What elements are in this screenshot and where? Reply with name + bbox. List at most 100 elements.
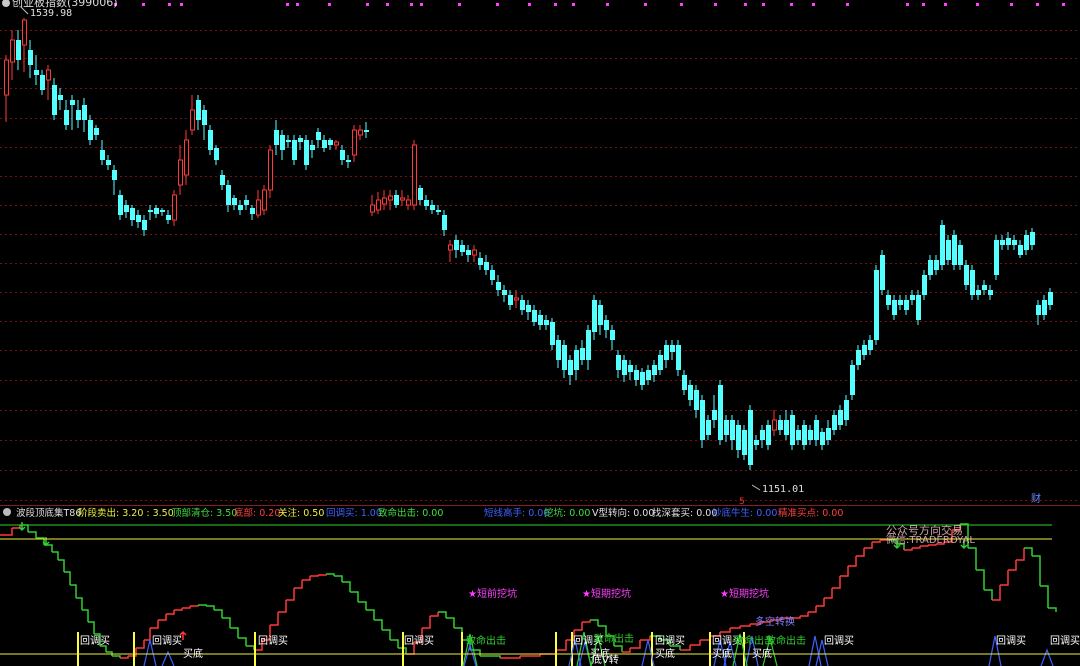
candle[interactable] — [868, 335, 873, 355]
candle[interactable] — [928, 255, 933, 280]
candle[interactable] — [670, 340, 675, 360]
candle[interactable] — [394, 190, 399, 208]
candle[interactable] — [562, 340, 567, 378]
candle[interactable] — [826, 420, 831, 445]
candle[interactable] — [220, 170, 225, 190]
candle[interactable] — [970, 265, 975, 300]
candle[interactable] — [448, 240, 453, 262]
candle[interactable] — [478, 252, 483, 270]
candle[interactable] — [538, 310, 543, 330]
candle[interactable] — [508, 290, 513, 310]
candle[interactable] — [262, 185, 267, 215]
candle[interactable] — [160, 208, 165, 216]
candle[interactable] — [118, 190, 123, 220]
candle[interactable] — [418, 185, 423, 205]
candle[interactable] — [382, 190, 387, 210]
candle[interactable] — [322, 135, 327, 152]
candle[interactable] — [820, 428, 825, 450]
candle[interactable] — [154, 205, 159, 218]
candle[interactable] — [238, 200, 243, 215]
candle[interactable] — [454, 235, 459, 258]
candle[interactable] — [646, 365, 651, 385]
candle[interactable] — [838, 405, 843, 430]
candle[interactable] — [274, 120, 279, 155]
candle[interactable] — [82, 98, 87, 132]
candle[interactable] — [598, 300, 603, 335]
candle[interactable] — [202, 105, 207, 140]
candle[interactable] — [874, 265, 879, 345]
candle[interactable] — [544, 315, 549, 330]
candle[interactable] — [652, 360, 657, 382]
candle[interactable] — [490, 265, 495, 285]
candle[interactable] — [964, 260, 969, 290]
candle[interactable] — [190, 95, 195, 135]
candle[interactable] — [88, 115, 93, 145]
candle[interactable] — [280, 130, 285, 160]
candle[interactable] — [724, 415, 729, 442]
candle[interactable] — [568, 355, 573, 385]
candle[interactable] — [904, 295, 909, 315]
candle[interactable] — [76, 100, 81, 128]
candle[interactable] — [772, 410, 777, 436]
candle[interactable] — [400, 190, 405, 206]
candle[interactable] — [466, 245, 471, 262]
indicator-name[interactable]: 波段顶底集T86 — [16, 507, 84, 519]
candle[interactable] — [664, 340, 669, 368]
candle[interactable] — [976, 285, 981, 300]
candle[interactable] — [178, 145, 183, 195]
candle[interactable] — [10, 30, 15, 80]
candle[interactable] — [34, 55, 39, 85]
candle[interactable] — [442, 210, 447, 236]
candle[interactable] — [334, 140, 339, 150]
candle[interactable] — [766, 420, 771, 450]
candle[interactable] — [850, 360, 855, 400]
candle[interactable] — [622, 355, 627, 382]
candle[interactable] — [208, 125, 213, 155]
candle[interactable] — [16, 30, 21, 70]
candle[interactable] — [376, 192, 381, 214]
candle[interactable] — [586, 325, 591, 370]
candle[interactable] — [574, 345, 579, 380]
candle[interactable] — [196, 95, 201, 130]
candle[interactable] — [136, 210, 141, 228]
candle[interactable] — [898, 295, 903, 310]
candle[interactable] — [430, 200, 435, 214]
candle[interactable] — [370, 195, 375, 216]
candle[interactable] — [268, 145, 273, 198]
chart-canvas[interactable]: 创业板指数(399006) 1539.98 1151.01 5 财 波段顶底集T… — [0, 0, 1080, 666]
candle[interactable] — [40, 70, 45, 95]
candle[interactable] — [634, 365, 639, 386]
candle[interactable] — [46, 65, 51, 100]
candle[interactable] — [94, 125, 99, 140]
candle[interactable] — [610, 325, 615, 350]
candle[interactable] — [844, 395, 849, 426]
candle[interactable] — [706, 415, 711, 440]
candle[interactable] — [580, 340, 585, 365]
candle[interactable] — [616, 350, 621, 378]
candle[interactable] — [946, 235, 951, 265]
candle[interactable] — [1000, 235, 1005, 250]
candle[interactable] — [712, 395, 717, 428]
candle[interactable] — [832, 410, 837, 435]
candle[interactable] — [658, 350, 663, 375]
candle[interactable] — [1024, 230, 1029, 255]
candle[interactable] — [742, 425, 747, 460]
candle[interactable] — [226, 180, 231, 212]
candle[interactable] — [292, 135, 297, 165]
candle[interactable] — [358, 125, 363, 140]
candle[interactable] — [730, 415, 735, 450]
candle[interactable] — [796, 425, 801, 445]
candle[interactable] — [790, 410, 795, 450]
candle[interactable] — [526, 300, 531, 320]
window-badge-icon[interactable] — [2, 0, 10, 7]
candle[interactable] — [484, 255, 489, 275]
candle[interactable] — [718, 380, 723, 445]
candle[interactable] — [28, 40, 33, 78]
candle[interactable] — [214, 145, 219, 165]
candle[interactable] — [70, 95, 75, 130]
candle[interactable] — [250, 205, 255, 220]
candle[interactable] — [22, 18, 27, 72]
candle[interactable] — [958, 240, 963, 270]
candle[interactable] — [676, 340, 681, 376]
candle[interactable] — [922, 270, 927, 300]
